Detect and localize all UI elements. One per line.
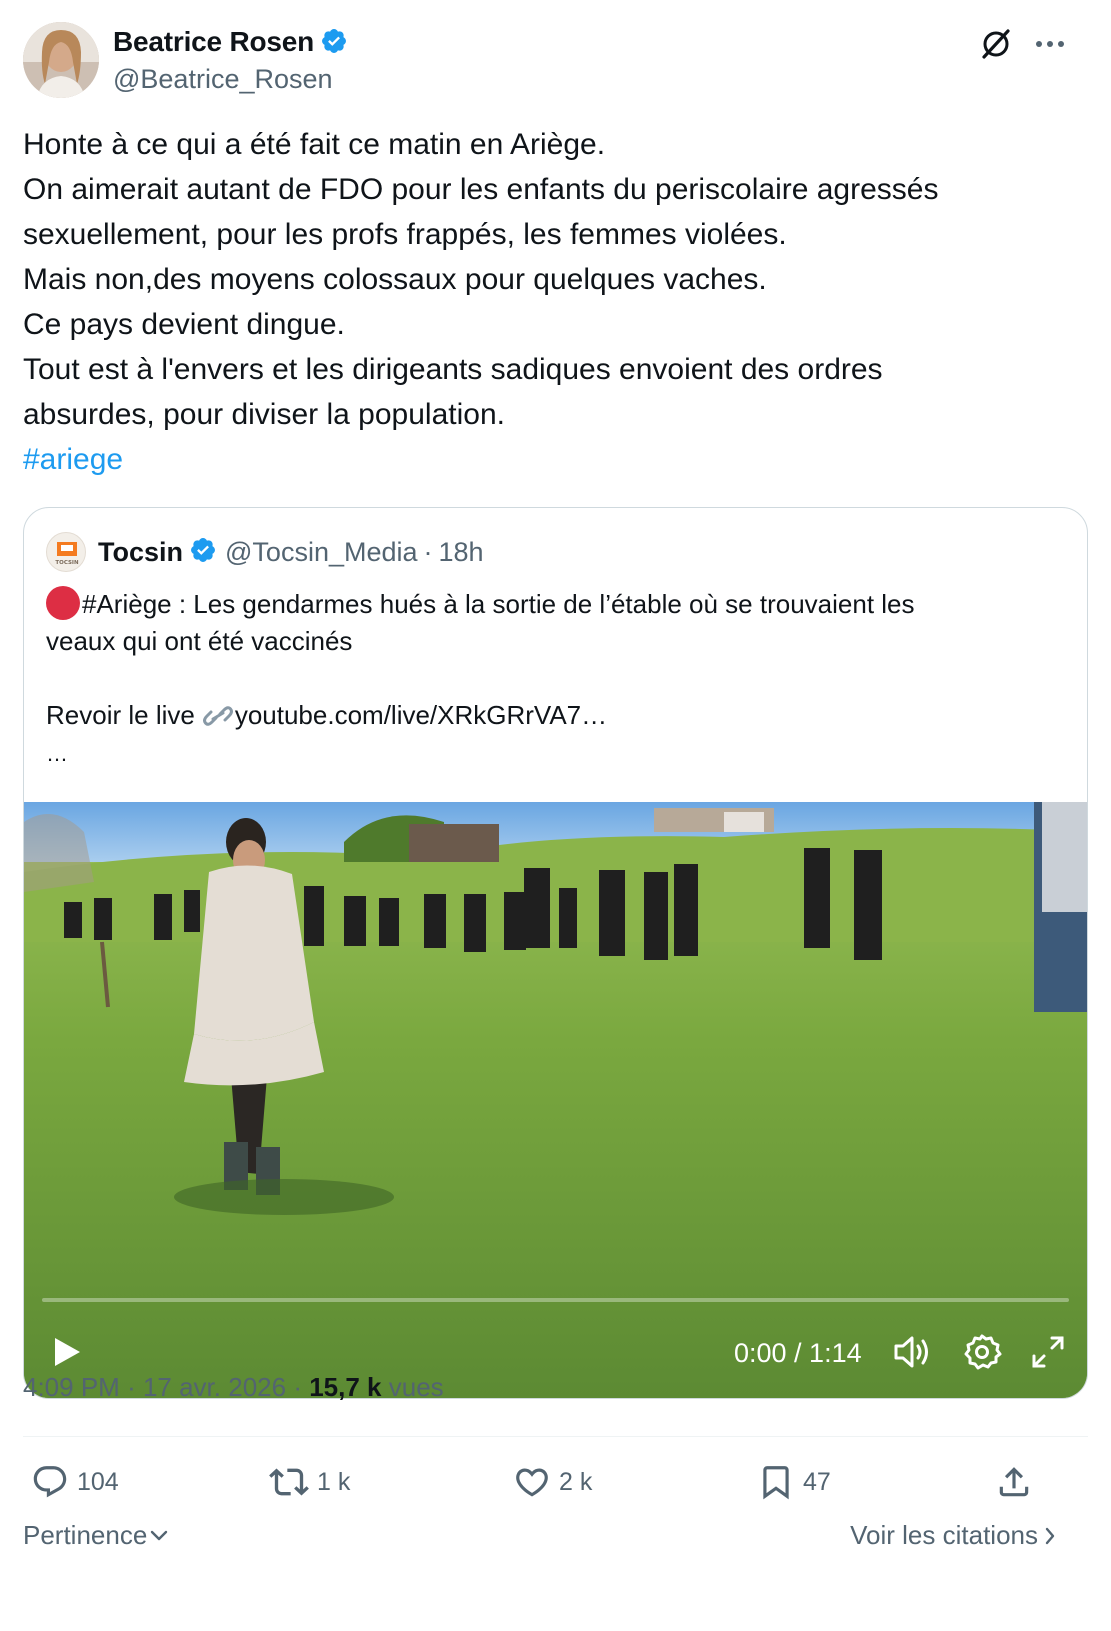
more-options-icon[interactable]: [1030, 24, 1070, 64]
reply-button[interactable]: 104: [31, 1454, 119, 1510]
fullscreen-icon[interactable]: [1028, 1332, 1068, 1372]
grok-icon[interactable]: [976, 24, 1016, 64]
tweet-line: Mais non,des moyens colossaux pour quelq…: [23, 263, 767, 296]
share-icon: [999, 1467, 1029, 1497]
red-circle-icon: [46, 586, 80, 620]
tweet-date[interactable]: 17 avr. 2026: [143, 1372, 286, 1402]
hashtag-link[interactable]: #ariege: [23, 437, 1083, 482]
share-button[interactable]: [995, 1454, 1041, 1510]
chevron-right-icon: [1044, 1526, 1056, 1546]
settings-gear-icon[interactable]: [962, 1332, 1002, 1372]
views-label: vues: [388, 1372, 444, 1402]
verified-badge-icon: [189, 536, 217, 569]
verified-badge-icon: [320, 27, 348, 62]
author-name-text[interactable]: Beatrice Rosen: [113, 26, 314, 57]
view-quotes-link[interactable]: Voir les citations: [850, 1520, 1056, 1551]
author-name[interactable]: Beatrice Rosen: [113, 26, 348, 62]
quoted-link[interactable]: youtube.com/live/XRkGRrVA7…: [235, 700, 607, 730]
quoted-ellipsis: …: [46, 741, 68, 766]
video-frame: [24, 802, 1087, 1398]
reply-count: 104: [77, 1467, 119, 1496]
quoted-tweet[interactable]: TOCSIN Tocsin @Tocsin_Media · 18h #Arièg…: [23, 507, 1088, 1399]
chevron-down-icon: [149, 1529, 169, 1543]
repost-count: 1 k: [317, 1467, 351, 1496]
like-button[interactable]: 2 k: [513, 1454, 592, 1510]
quoted-author-handle[interactable]: @Tocsin_Media: [225, 537, 418, 568]
live-prefix-text: Revoir le live: [46, 700, 195, 730]
heart-icon: [516, 1468, 548, 1497]
play-icon[interactable]: [46, 1332, 86, 1372]
separator-dot: ·: [127, 1372, 143, 1402]
bookmark-count: 47: [803, 1467, 831, 1496]
tweet-time[interactable]: 4:09 PM: [23, 1372, 120, 1402]
repost-icon: [269, 1468, 309, 1496]
divider: [23, 1436, 1088, 1437]
tweet-line: Tout est à l'envers et les dirigeants sa…: [23, 353, 883, 386]
reply-icon: [33, 1466, 67, 1498]
quoted-live-line: Revoir le live youtube.com/live/XRkGRrVA7…: [46, 697, 1056, 739]
video-player[interactable]: 0:00 / 1:14: [24, 802, 1087, 1398]
tweet-line: absurdes, pour diviser la population.: [23, 398, 505, 431]
quoted-author-avatar[interactable]: TOCSIN: [46, 532, 86, 572]
quoted-line-2: veaux qui ont été vaccinés: [46, 626, 353, 656]
author-handle[interactable]: @Beatrice_Rosen: [113, 64, 333, 95]
tweet-header: Beatrice Rosen @Beatrice_Rosen: [23, 22, 1088, 98]
separator-dot: ·: [423, 536, 433, 567]
views-count: 15,7 k: [309, 1372, 382, 1402]
tweet-line: Honte à ce qui a été fait ce matin en Ar…: [23, 128, 606, 161]
separator-dot: ·: [293, 1372, 310, 1402]
link-icon: [202, 702, 233, 739]
author-avatar[interactable]: [23, 22, 99, 98]
quoted-author-name[interactable]: Tocsin: [98, 537, 183, 568]
tweet-line: On aimerait autant de FDO pour les enfan…: [23, 173, 939, 206]
view-quotes-label: Voir les citations: [850, 1520, 1038, 1550]
tweet-line: sexuellement, pour les profs frappés, le…: [23, 218, 787, 251]
action-bar: 104 1 k 2 k 47: [23, 1454, 1088, 1510]
tweet-text: Honte à ce qui a été fait ce matin en Ar…: [23, 122, 1083, 482]
quoted-timestamp[interactable]: 18h: [439, 537, 484, 568]
video-time: 0:00 / 1:14: [734, 1338, 862, 1368]
repost-button[interactable]: 1 k: [269, 1454, 350, 1510]
tweet-line: Ce pays devient dingue.: [23, 308, 345, 341]
volume-muted-icon[interactable]: [892, 1332, 934, 1372]
quoted-line-1: #Ariège : Les gendarmes hués à la sortie…: [46, 586, 1056, 623]
quoted-tweet-header: TOCSIN Tocsin @Tocsin_Media · 18h: [46, 532, 484, 572]
video-progress-bar[interactable]: [42, 1298, 1069, 1302]
quoted-tweet-text: #Ariège : Les gendarmes hués à la sortie…: [46, 586, 1056, 769]
quoted-text-part: #Ariège : Les gendarmes hués à la sortie…: [82, 589, 915, 619]
bookmark-button[interactable]: 47: [757, 1454, 831, 1510]
quoted-avatar-text: TOCSIN: [55, 560, 79, 566]
sort-dropdown[interactable]: Pertinence: [23, 1520, 169, 1551]
bookmark-icon: [763, 1466, 789, 1500]
like-count: 2 k: [559, 1467, 593, 1496]
sort-label: Pertinence: [23, 1520, 148, 1550]
tweet-meta: 4:09 PM · 17 avr. 2026 · 15,7 k vues: [23, 1372, 444, 1403]
